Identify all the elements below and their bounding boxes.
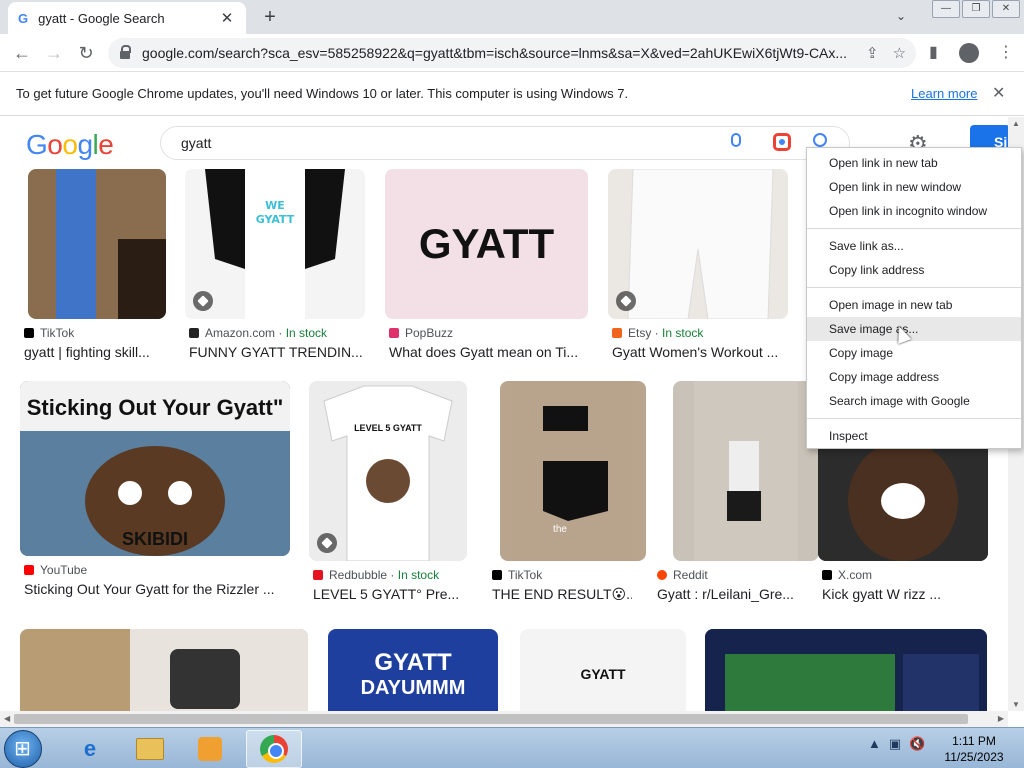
restore-button[interactable]: ❐ bbox=[962, 0, 990, 18]
result-caption[interactable]: LEVEL 5 GYATT° Pre... bbox=[313, 586, 469, 602]
window-controls: — ❐ ✕ bbox=[930, 0, 1020, 18]
result-thumbnail[interactable] bbox=[608, 169, 788, 319]
menu-item-save-link-as[interactable]: Save link as... bbox=[807, 234, 1021, 258]
clock-date: 11/25/2023 bbox=[944, 750, 1004, 764]
back-arrow-icon[interactable]: ← bbox=[10, 42, 34, 64]
system-tray: ▲ ▣ 🔇 bbox=[868, 736, 925, 752]
internet-explorer-icon[interactable]: e bbox=[62, 730, 118, 768]
scroll-right-arrow-icon[interactable]: ▶ bbox=[998, 714, 1004, 723]
google-lens-icon[interactable] bbox=[773, 133, 791, 151]
menu-item-open-link-new-window[interactable]: Open link in new window bbox=[807, 175, 1021, 199]
browser-tab[interactable]: G gyatt - Google Search ✕ bbox=[8, 2, 246, 34]
menu-kebab-icon[interactable]: ⋮ bbox=[998, 42, 1014, 62]
windows-taskbar: e ▲ ▣ 🔇 1:11 PM 11/25/2023 bbox=[0, 727, 1024, 768]
svg-text:WE: WE bbox=[265, 199, 285, 212]
new-tab-button[interactable]: + bbox=[260, 6, 280, 29]
address-bar[interactable]: google.com/search?sca_esv=585258922&q=gy… bbox=[108, 38, 916, 68]
result-thumbnail[interactable]: WE GYATT bbox=[185, 169, 365, 319]
browser-toolbar: ← → ↻ google.com/search?sca_esv=58525892… bbox=[0, 34, 1024, 72]
forward-arrow-icon[interactable]: → bbox=[42, 42, 66, 64]
learn-more-link[interactable]: Learn more bbox=[911, 86, 977, 101]
google-favicon-icon: G bbox=[18, 10, 29, 26]
show-hidden-icons-icon[interactable]: ▲ bbox=[868, 736, 881, 752]
bookmark-star-icon[interactable]: ☆ bbox=[893, 44, 906, 62]
menu-item-open-image-new-tab[interactable]: Open image in new tab bbox=[807, 293, 1021, 317]
result-thumbnail[interactable]: GYATT DAYUMMM bbox=[328, 629, 498, 711]
tab-strip: G gyatt - Google Search ✕ + ⌄ — ❐ ✕ bbox=[0, 0, 1024, 34]
share-icon[interactable]: ⇪ bbox=[866, 44, 879, 62]
svg-text:GYATT: GYATT bbox=[256, 213, 295, 226]
network-icon[interactable]: ▣ bbox=[889, 736, 901, 752]
result-thumbnail[interactable]: GYATT bbox=[520, 629, 686, 711]
infobar-message: To get future Google Chrome updates, you… bbox=[16, 86, 629, 101]
result-caption[interactable]: Kick gyatt W rizz ... bbox=[822, 586, 990, 602]
result-thumbnail[interactable] bbox=[673, 381, 819, 561]
url-text[interactable]: google.com/search?sca_esv=585258922&q=gy… bbox=[142, 45, 852, 61]
close-window-button[interactable]: ✕ bbox=[992, 0, 1020, 18]
search-input[interactable]: gyatt bbox=[160, 126, 850, 160]
result-caption[interactable]: FUNNY GYATT TRENDIN... bbox=[189, 344, 367, 360]
clock-time: 1:11 PM bbox=[952, 734, 996, 748]
context-menu: Open link in new tab Open link in new wi… bbox=[806, 147, 1022, 449]
profile-avatar[interactable] bbox=[959, 43, 979, 63]
volume-muted-icon[interactable]: 🔇 bbox=[909, 736, 925, 752]
system-clock[interactable]: 1:11 PM 11/25/2023 bbox=[936, 733, 1012, 765]
scroll-up-arrow-icon[interactable]: ▲ bbox=[1012, 119, 1020, 128]
shopping-tag-icon bbox=[317, 533, 337, 553]
microphone-icon[interactable] bbox=[731, 133, 741, 147]
menu-item-copy-image-address[interactable]: Copy image address bbox=[807, 365, 1021, 389]
result-thumbnail[interactable] bbox=[705, 629, 987, 711]
lock-icon[interactable] bbox=[120, 45, 131, 59]
side-panel-icon[interactable]: ▮ bbox=[929, 42, 938, 62]
result-thumbnail[interactable]: GYATT bbox=[385, 169, 588, 319]
result-thumbnail[interactable]: the bbox=[500, 381, 646, 561]
result-thumbnail[interactable] bbox=[20, 629, 308, 711]
minimize-button[interactable]: — bbox=[932, 0, 960, 18]
menu-item-copy-image[interactable]: Copy image bbox=[807, 341, 1021, 365]
menu-separator bbox=[807, 418, 1021, 419]
tab-title: gyatt - Google Search bbox=[38, 10, 165, 26]
chrome-taskbar-icon[interactable] bbox=[246, 730, 302, 768]
media-player-icon[interactable] bbox=[182, 730, 238, 768]
shopping-tag-icon bbox=[616, 291, 636, 311]
scroll-down-arrow-icon[interactable]: ▼ bbox=[1012, 700, 1020, 709]
result-thumbnail[interactable]: LEVEL 5 GYATT bbox=[309, 381, 467, 561]
search-icon[interactable] bbox=[813, 133, 827, 147]
result-caption[interactable]: Gyatt : r/Leilani_Gre... bbox=[657, 586, 803, 602]
tab-search-chevron-icon[interactable]: ⌄ bbox=[896, 9, 906, 23]
scroll-left-arrow-icon[interactable]: ◀ bbox=[4, 714, 10, 723]
menu-item-copy-link-address[interactable]: Copy link address bbox=[807, 258, 1021, 282]
file-explorer-icon[interactable] bbox=[122, 730, 178, 768]
start-button[interactable] bbox=[4, 730, 42, 768]
update-infobar: To get future Google Chrome updates, you… bbox=[0, 72, 1024, 116]
google-logo[interactable]: Google bbox=[26, 129, 114, 161]
scrollbar-thumb[interactable] bbox=[14, 714, 968, 724]
menu-separator bbox=[807, 287, 1021, 288]
close-icon[interactable]: ✕ bbox=[992, 83, 1005, 103]
result-thumbnail[interactable]: Sticking Out Your Gyatt" SKIBIDI bbox=[20, 381, 290, 556]
result-caption[interactable]: Sticking Out Your Gyatt for the Rizzler … bbox=[24, 581, 294, 597]
menu-item-save-image-as[interactable]: Save image as... bbox=[807, 317, 1021, 341]
reload-icon[interactable]: ↻ bbox=[74, 42, 98, 64]
search-query[interactable]: gyatt bbox=[181, 135, 211, 151]
shopping-tag-icon bbox=[193, 291, 213, 311]
result-thumbnail[interactable] bbox=[28, 169, 166, 319]
menu-item-open-link-incognito[interactable]: Open link in incognito window bbox=[807, 199, 1021, 223]
result-caption[interactable]: Gyatt Women's Workout ... bbox=[612, 344, 790, 360]
menu-item-search-image-google[interactable]: Search image with Google bbox=[807, 389, 1021, 413]
result-caption[interactable]: gyatt | fighting skill... bbox=[24, 344, 174, 360]
menu-item-open-link-new-tab[interactable]: Open link in new tab bbox=[807, 151, 1021, 175]
result-caption[interactable]: THE END RESULT😮... bbox=[492, 586, 632, 603]
menu-item-inspect[interactable]: Inspect bbox=[807, 424, 1021, 448]
horizontal-scrollbar[interactable]: ◀ ▶ bbox=[0, 711, 1008, 727]
menu-separator bbox=[807, 228, 1021, 229]
result-caption[interactable]: What does Gyatt mean on Ti... bbox=[389, 344, 589, 360]
close-tab-icon[interactable]: ✕ bbox=[218, 9, 236, 27]
